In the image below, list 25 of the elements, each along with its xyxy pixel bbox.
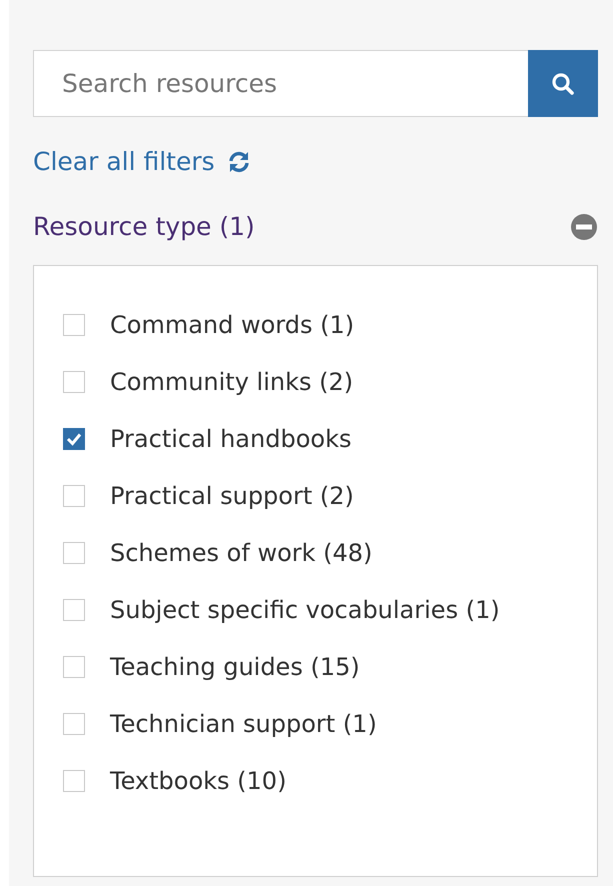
option-label[interactable]: Community links (2) <box>110 367 354 398</box>
checkbox[interactable] <box>63 428 85 450</box>
option-label[interactable]: Practical handbooks <box>110 424 352 455</box>
checkbox[interactable] <box>63 542 85 564</box>
refresh-icon[interactable] <box>226 150 251 174</box>
search-button[interactable] <box>528 50 598 117</box>
checkbox[interactable] <box>63 314 85 336</box>
search-field[interactable]: Search resources <box>33 50 528 117</box>
option-label[interactable]: Technician support (1) <box>110 709 377 740</box>
clear-filters-link[interactable]: Clear all filters <box>33 147 215 176</box>
option-label[interactable]: Command words (1) <box>110 310 354 341</box>
option-label[interactable]: Textbooks (10) <box>110 766 286 797</box>
checkbox[interactable] <box>63 713 85 735</box>
checkbox[interactable] <box>63 485 85 507</box>
option-label[interactable]: Schemes of work (48) <box>110 538 372 569</box>
option-label[interactable]: Teaching guides (15) <box>110 652 360 683</box>
option-label[interactable]: Subject specific vocabularies (1) <box>110 595 500 626</box>
checkbox[interactable] <box>63 656 85 678</box>
collapse-icon[interactable] <box>570 212 598 240</box>
checkbox[interactable] <box>63 770 85 792</box>
checkbox[interactable] <box>63 599 85 621</box>
option-label[interactable]: Practical support (2) <box>110 481 354 512</box>
checkbox[interactable] <box>63 371 85 393</box>
search-icon <box>550 70 576 96</box>
filter-group-title[interactable]: Resource type (1) <box>33 212 255 241</box>
